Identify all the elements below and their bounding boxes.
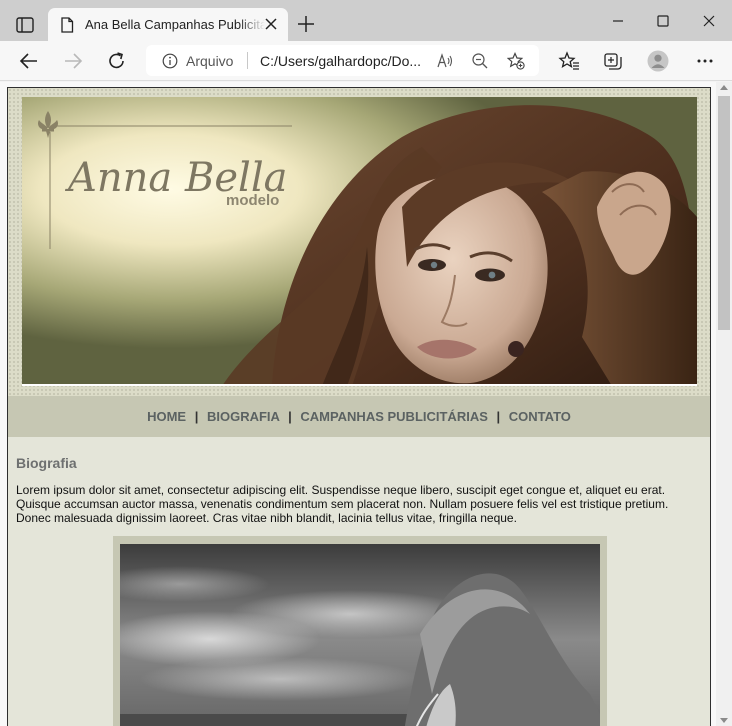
- tab-title: Ana Bella Campanhas Publicitárias: [85, 17, 265, 32]
- collections-icon[interactable]: [600, 49, 626, 73]
- nav-separator: |: [496, 409, 501, 424]
- address-divider: [247, 52, 248, 69]
- back-arrow-icon[interactable]: [16, 49, 42, 73]
- reload-icon[interactable]: [104, 49, 130, 73]
- more-icon[interactable]: [692, 49, 718, 73]
- header-banner: Anna Bella modelo: [22, 97, 697, 386]
- nav-biografia[interactable]: BIOGRAFIA: [207, 409, 279, 424]
- close-icon[interactable]: [264, 17, 278, 31]
- vertical-scrollbar[interactable]: [716, 82, 732, 726]
- page-viewport[interactable]: <: [0, 82, 716, 726]
- url-text[interactable]: C:/Users/galhardopc/Do...: [260, 53, 430, 69]
- minimize-icon[interactable]: [604, 8, 632, 34]
- bio-photo: [120, 544, 600, 726]
- read-aloud-icon[interactable]: [436, 52, 454, 70]
- plus-icon[interactable]: [295, 13, 317, 35]
- address-bar[interactable]: Arquivo C:/Users/galhardopc/Do...: [146, 45, 539, 76]
- zoom-out-icon[interactable]: [471, 52, 489, 70]
- page-icon: [61, 17, 74, 33]
- photo-frame: [113, 536, 607, 726]
- content-line: Lorem ipsum dolor sit amet, consectetur …: [16, 483, 666, 497]
- info-icon[interactable]: [162, 53, 178, 69]
- content-body: Lorem ipsum dolor sit amet, consectetur …: [16, 483, 704, 525]
- nav-separator: |: [288, 409, 292, 424]
- scroll-thumb[interactable]: [718, 96, 730, 330]
- scroll-up-arrow[interactable]: [720, 85, 728, 90]
- title-bar: Ana Bella Campanhas Publicitárias: [0, 0, 732, 41]
- favorites-icon[interactable]: [556, 49, 582, 73]
- site-header: Anna Bella modelo: [8, 88, 710, 396]
- content-line: Quisque accumsan auctor massa, venenatis…: [16, 497, 669, 511]
- close-window-icon[interactable]: [695, 8, 723, 34]
- forward-arrow-icon[interactable]: [60, 49, 86, 73]
- protocol-label: Arquivo: [186, 53, 234, 69]
- content-title: Biografia: [16, 455, 77, 471]
- nav-home[interactable]: HOME: [147, 409, 186, 424]
- maximize-icon[interactable]: [649, 8, 677, 34]
- tab-actions-icon: [16, 17, 34, 33]
- site-container: Anna Bella modelo HOME | BIOGRAFIA | CAM…: [7, 87, 711, 726]
- brand-tagline: modelo: [226, 192, 279, 209]
- toolbar: Arquivo C:/Users/galhardopc/Do...: [0, 41, 732, 81]
- tab-actions-button[interactable]: [9, 11, 41, 39]
- active-tab[interactable]: Ana Bella Campanhas Publicitárias: [48, 8, 288, 41]
- nav-separator: |: [194, 409, 199, 424]
- content-line: Donec malesuada dignissim laoreet. Cras …: [16, 511, 517, 525]
- profile-icon[interactable]: [645, 49, 671, 73]
- add-favorite-icon[interactable]: [507, 52, 525, 70]
- banner-photo: Anna Bella modelo: [22, 97, 697, 384]
- nav-contato[interactable]: CONTATO: [509, 409, 571, 424]
- nav-campanhas[interactable]: CAMPANHAS PUBLICITÁRIAS: [300, 409, 488, 424]
- scroll-down-arrow[interactable]: [720, 718, 728, 723]
- nav-links: HOME | BIOGRAFIA | CAMPANHAS PUBLICITÁRI…: [8, 409, 710, 424]
- main-nav: HOME | BIOGRAFIA | CAMPANHAS PUBLICITÁRI…: [8, 396, 710, 437]
